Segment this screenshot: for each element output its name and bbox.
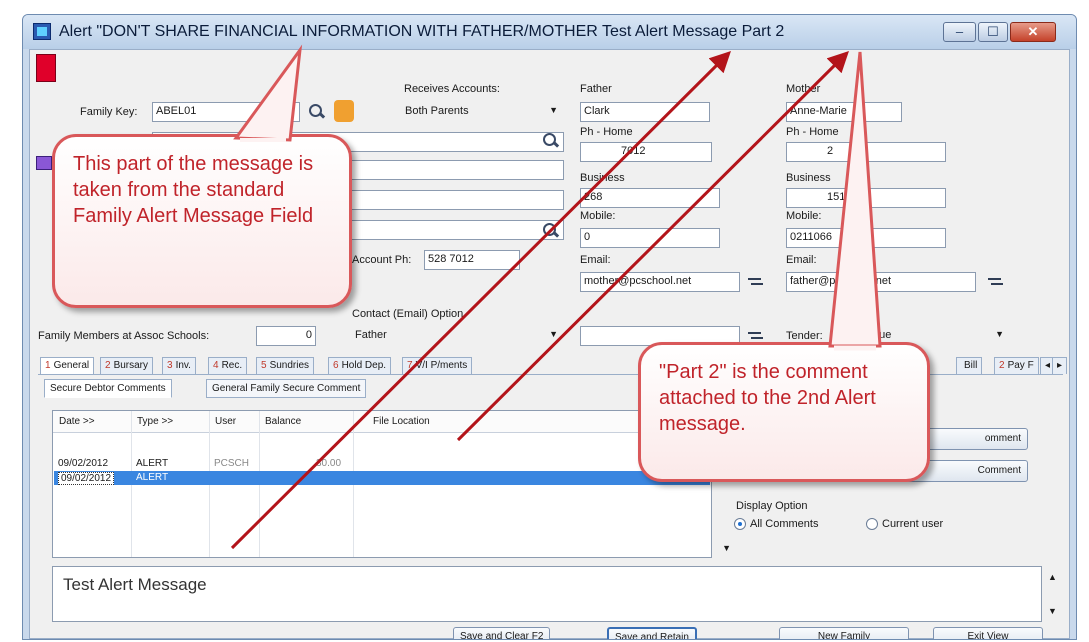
tab-vi-payments[interactable]: 7 V/I P/ments bbox=[402, 357, 473, 374]
app-icon bbox=[33, 23, 51, 40]
col-balance[interactable]: Balance bbox=[265, 416, 301, 427]
new-family-button[interactable]: New Family bbox=[779, 627, 909, 639]
tab-rec[interactable]: 4 Rec. bbox=[208, 357, 248, 374]
father-ph-home-input[interactable]: 7012 bbox=[580, 142, 712, 162]
father-mobile-input[interactable]: 0 bbox=[580, 228, 720, 248]
col-user[interactable]: User bbox=[215, 416, 236, 427]
tab-inv[interactable]: 3 Inv. bbox=[162, 357, 196, 374]
chevron-down-icon: ▼ bbox=[549, 105, 558, 115]
window-title: Alert "DON'T SHARE FINANCIAL INFORMATION… bbox=[59, 23, 785, 40]
cell-user: PCSCH bbox=[214, 458, 250, 469]
postcode-search-icon[interactable] bbox=[542, 222, 560, 240]
tab-hold-dep[interactable]: 6 Hold Dep. bbox=[328, 357, 392, 374]
current-user-label: Current user bbox=[882, 518, 944, 530]
cell-type: ALERT bbox=[136, 458, 169, 469]
account-ph-label: Account Ph: bbox=[352, 254, 412, 266]
mother-name-input[interactable]: Anne-Marie bbox=[786, 102, 902, 122]
alert-window: Alert "DON'T SHARE FINANCIAL INFORMATION… bbox=[22, 14, 1077, 640]
family-photo-icon[interactable] bbox=[36, 156, 52, 170]
tab-sundries[interactable]: 5 Sundries bbox=[256, 357, 315, 374]
grid-scroll-down[interactable]: ▼ bbox=[722, 543, 731, 553]
father-business-label: Business bbox=[580, 172, 625, 184]
all-comments-label: All Comments bbox=[750, 518, 819, 530]
col-type[interactable]: Type >> bbox=[137, 416, 173, 427]
send-email-icon[interactable] bbox=[988, 276, 1004, 288]
table-row[interactable]: 09/02/2012 ALERT bbox=[54, 471, 710, 485]
father-heading: Father bbox=[580, 83, 612, 95]
family-key-label: Family Key: bbox=[80, 106, 138, 118]
col-file-location[interactable]: File Location bbox=[373, 416, 430, 427]
current-user-radio[interactable] bbox=[866, 518, 878, 530]
receives-accounts-select[interactable]: Both Parents ▼ bbox=[402, 102, 562, 122]
tab-bill[interactable]: Bill bbox=[956, 357, 983, 374]
receives-accounts-label: Receives Accounts: bbox=[404, 83, 500, 95]
display-option-label: Display Option bbox=[736, 500, 808, 512]
father-mobile-label: Mobile: bbox=[580, 210, 616, 222]
mother-heading: Mother bbox=[786, 83, 821, 95]
grid-header: Date >> Type >> User Balance File Locati… bbox=[53, 411, 711, 433]
all-comments-radio[interactable] bbox=[734, 518, 746, 530]
tender-label: Tender: bbox=[786, 330, 823, 342]
callout-part2-text: "Part 2" is the comment attached to the … bbox=[659, 361, 876, 435]
chevron-down-icon: ▼ bbox=[995, 329, 1004, 339]
maximize-button[interactable]: ☐ bbox=[978, 22, 1008, 42]
callout-part2: "Part 2" is the comment attached to the … bbox=[638, 342, 930, 482]
cell-balance: 30.00 bbox=[316, 458, 342, 469]
father-ph-home-label: Ph - Home bbox=[580, 126, 633, 138]
tab-scroll-right[interactable]: ▸ bbox=[1052, 357, 1068, 374]
contact-option-label: Contact (Email) Option bbox=[352, 308, 464, 320]
family-key-input[interactable]: ABEL01 bbox=[152, 102, 300, 122]
mother-email-input[interactable]: father@pcschool.net bbox=[786, 272, 976, 292]
tab-bursary[interactable]: 2 Bursary bbox=[100, 357, 154, 374]
tender-value: que bbox=[873, 329, 892, 341]
mother-mobile-input[interactable]: 0211066 bbox=[786, 228, 946, 248]
subtab-secure-comments[interactable]: Secure Debtor Comments bbox=[44, 379, 172, 398]
mother-mobile-label: Mobile: bbox=[786, 210, 822, 222]
comments-grid[interactable]: Date >> Type >> User Balance File Locati… bbox=[52, 410, 731, 558]
account-ph-input[interactable]: 528 7012 bbox=[424, 250, 520, 270]
father-business-input[interactable]: 268 bbox=[580, 188, 720, 208]
callout-family-alert-text: This part of the message is taken from t… bbox=[73, 153, 314, 227]
contact-option-value: Father bbox=[355, 329, 387, 341]
send-email-icon[interactable] bbox=[748, 276, 764, 288]
cell-type: ALERT bbox=[136, 472, 169, 483]
mother-ph-home-input[interactable]: 2 bbox=[786, 142, 946, 162]
save-and-retain-button[interactable]: Save and Retain bbox=[607, 627, 697, 639]
mother-email-label: Email: bbox=[786, 254, 817, 266]
cell-date: 09/02/2012 bbox=[58, 472, 115, 485]
table-row[interactable]: 09/02/2012 ALERT PCSCH 30.00 bbox=[54, 457, 710, 471]
close-button[interactable]: ✕ bbox=[1010, 22, 1056, 42]
contact-option-select[interactable]: Father ▼ bbox=[352, 326, 562, 346]
alert-flag-icon[interactable] bbox=[36, 54, 56, 82]
tab-general[interactable]: 1 General bbox=[40, 357, 95, 374]
family-search-icon[interactable] bbox=[308, 103, 326, 121]
minimize-button[interactable]: – bbox=[943, 22, 976, 42]
send-email-icon[interactable] bbox=[748, 330, 764, 342]
address-search-icon[interactable] bbox=[542, 132, 560, 150]
father-email-label: Email: bbox=[580, 254, 611, 266]
col-date[interactable]: Date >> bbox=[59, 416, 95, 427]
chevron-down-icon: ▼ bbox=[549, 329, 558, 339]
mother-business-label: Business bbox=[786, 172, 831, 184]
comment-scroll-up[interactable]: ▲ bbox=[1048, 572, 1057, 582]
subtab-general-secure-comment[interactable]: General Family Secure Comment bbox=[206, 379, 367, 398]
comment-scroll-down[interactable]: ▼ bbox=[1048, 606, 1057, 616]
mother-ph-home-label: Ph - Home bbox=[786, 126, 839, 138]
exit-view-button[interactable]: Exit View bbox=[933, 627, 1043, 639]
people-icon[interactable] bbox=[334, 100, 354, 122]
father-name-input[interactable]: Clark bbox=[580, 102, 710, 122]
members-label: Family Members at Assoc Schools: bbox=[38, 330, 210, 342]
callout-family-alert: This part of the message is taken from t… bbox=[52, 134, 352, 308]
members-input[interactable]: 0 bbox=[256, 326, 316, 346]
tab-pay[interactable]: 2 Pay F bbox=[994, 357, 1039, 374]
cell-date: 09/02/2012 bbox=[58, 458, 109, 469]
mother-business-input[interactable]: 151 bbox=[786, 188, 946, 208]
receives-accounts-value: Both Parents bbox=[405, 105, 469, 117]
father-email-input[interactable]: mother@pcschool.net bbox=[580, 272, 740, 292]
title-bar: Alert "DON'T SHARE FINANCIAL INFORMATION… bbox=[23, 15, 1076, 49]
comment-textarea[interactable]: Test Alert Message bbox=[52, 566, 1042, 622]
save-and-clear-button[interactable]: Save and Clear F2 bbox=[453, 627, 551, 639]
